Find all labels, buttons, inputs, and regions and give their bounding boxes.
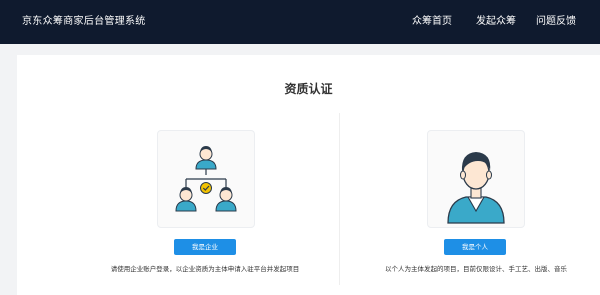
nav-crowdfunding-home[interactable]: 众筹首页 xyxy=(412,15,452,29)
enterprise-button[interactable]: 我是企业 xyxy=(174,239,236,255)
column-divider xyxy=(339,113,340,285)
page-title: 资质认证 xyxy=(284,82,333,96)
check-icon xyxy=(200,182,212,194)
person-avatar-icon xyxy=(447,152,505,224)
org-chart-icon xyxy=(175,146,237,212)
enterprise-description: 请使用企业账户登录，以企业资质为主体申请入驻平台并发起项目 xyxy=(110,265,300,273)
top-navigation-bar: 京东众筹商家后台管理系统 众筹首页 发起众筹 问题反馈 xyxy=(0,0,600,44)
individual-button[interactable]: 我是个人 xyxy=(444,239,506,255)
individual-illustration xyxy=(427,130,525,228)
qualification-card: 资质认证 我是企业 请使用企业账户登录，以企业资质为主体申请入驻平台并发起项目 … xyxy=(17,55,600,295)
individual-description: 以个人为主体发起的项目，目前仅限设计、手工艺、出版、音乐 xyxy=(385,265,567,273)
app-title: 京东众筹商家后台管理系统 xyxy=(22,16,146,27)
nav-start-crowdfunding[interactable]: 发起众筹 xyxy=(476,15,516,29)
enterprise-illustration xyxy=(157,130,255,228)
nav-feedback[interactable]: 问题反馈 xyxy=(536,15,576,29)
